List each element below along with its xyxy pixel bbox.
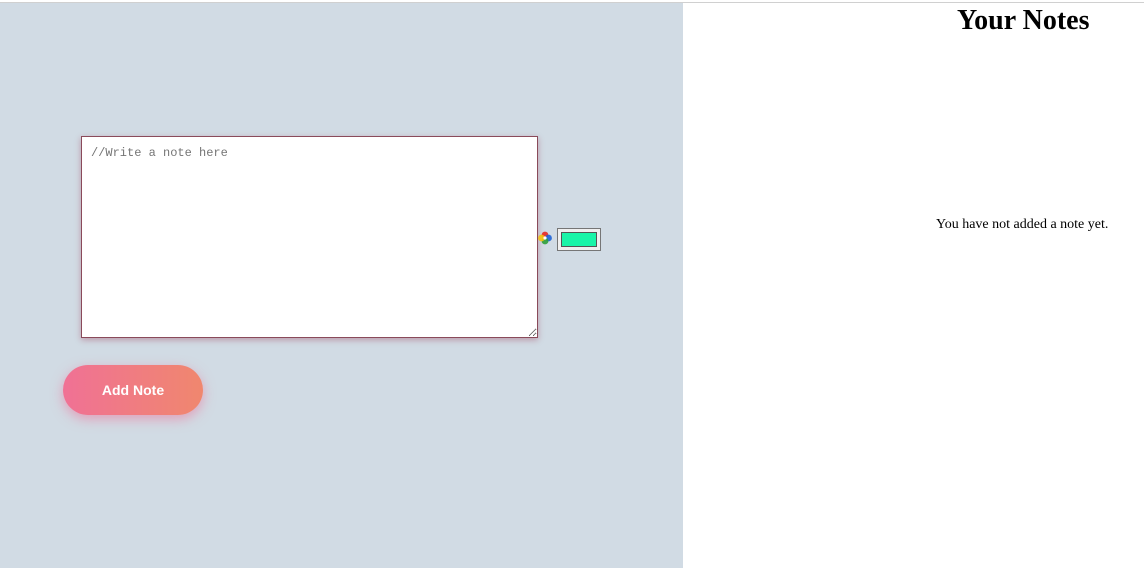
add-note-button[interactable]: Add Note — [63, 365, 203, 415]
notes-list-pane — [683, 3, 1144, 568]
color-wheel-icon — [537, 230, 553, 246]
note-textarea[interactable] — [81, 136, 538, 338]
empty-notes-message: You have not added a note yet. — [936, 217, 1109, 232]
color-picker-input[interactable] — [557, 228, 601, 251]
selected-color-swatch — [561, 232, 597, 247]
notes-title: Your Notes — [957, 5, 1090, 36]
